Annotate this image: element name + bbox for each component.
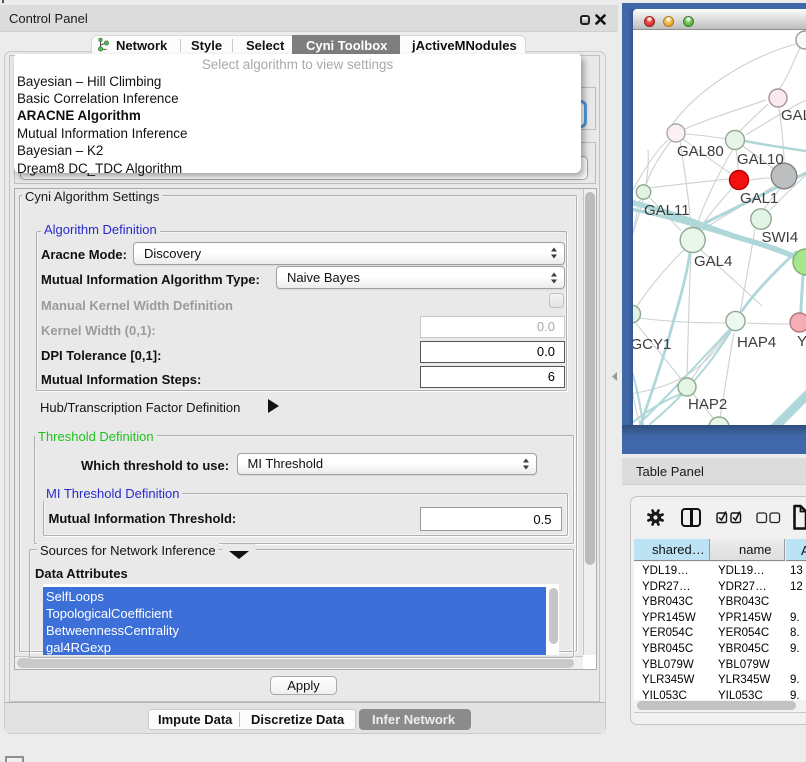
svg-text:GAL4: GAL4 xyxy=(694,253,732,270)
svg-text:GAL7: GAL7 xyxy=(781,107,806,124)
svg-text:Y: Y xyxy=(797,333,806,350)
svg-text:HAP4: HAP4 xyxy=(737,334,776,351)
svg-text:GAL10: GAL10 xyxy=(737,151,784,168)
svg-text:GAL80: GAL80 xyxy=(677,143,724,160)
svg-text:GCY1: GCY1 xyxy=(633,336,671,353)
svg-text:HAP2: HAP2 xyxy=(688,396,727,413)
svg-text:GAL11: GAL11 xyxy=(644,202,690,219)
svg-text:SWI4: SWI4 xyxy=(762,229,799,246)
svg-text:GAL1: GAL1 xyxy=(740,190,778,207)
